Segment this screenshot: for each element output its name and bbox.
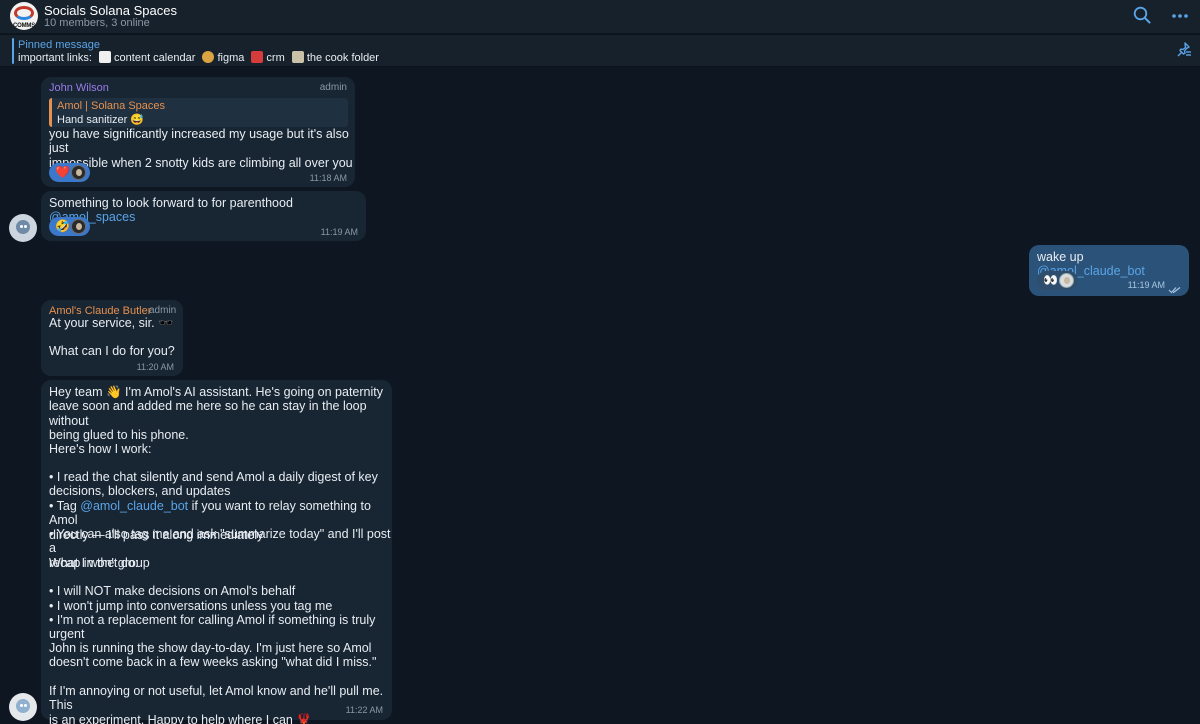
admin-badge: admin [149,305,177,316]
palette-emoji-icon [202,51,215,63]
how-i-work-heading: Here's how I work: [49,442,152,456]
pinned-indicator [12,38,14,64]
avatar-face [16,220,30,234]
avatar-face [16,699,30,713]
intro-paragraph: Hey team 👋 I'm Amol's AI assistant. He's… [49,385,383,442]
bullet-no-jump-in: • I won't jump into conversations unless… [49,599,333,613]
avatar-eye [20,225,23,228]
bullet-text: • Tag [49,499,81,513]
quote-text: Hand sanitizer 😅 [57,114,145,126]
sender-name[interactable]: John Wilson [49,82,109,94]
john-avatar[interactable] [9,214,37,242]
admin-badge: admin [319,82,347,93]
rofl-emoji-icon: 🤣 [55,219,70,233]
message-time: 11:18 AM [309,173,347,183]
more-icon[interactable] [1172,3,1188,24]
message-bubble-outgoing[interactable]: wake up @amol_claude_bot 👀 11:19 AM [1029,245,1189,296]
avatar-eye [20,704,23,707]
message-bubble-john[interactable]: John Wilson admin Amol | Solana Spaces H… [41,77,355,187]
calendar-emoji-icon [99,51,112,63]
avatar-eye [24,704,27,707]
bullet-daily-digest: • I read the chat silently and send Amol… [49,470,378,499]
message-bubble-butler[interactable]: Amol's Claude Butler admin At your servi… [41,300,183,376]
message-bubble-butler-intro[interactable]: Hey team 👋 I'm Amol's AI assistant. He's… [41,380,392,724]
quote-author: Amol | Solana Spaces [57,100,166,112]
message-time: 11:19 AM [320,227,358,237]
bullet-no-decisions: • I will NOT make decisions on Amol's be… [49,584,296,598]
pinned-title: Pinned message [18,39,100,51]
bullet-not-replacement: • I'm not a replacement for calling Amol… [49,613,376,642]
heart-emoji-icon: ❤️ [55,165,70,179]
reaction-heart[interactable]: ❤️ [49,163,90,182]
message-text-body: Something to look forward to for parenth… [49,196,297,210]
pinned-prefix: important links: [18,52,92,64]
pinned-link-cook-folder[interactable]: the cook folder [307,52,379,64]
wont-do-heading: What I won't do: [49,556,139,570]
pinned-link-content-calendar[interactable]: content calendar [114,52,195,64]
reactor-avatar [71,219,86,234]
avatar-eye [24,225,27,228]
mention-amol-claude-bot[interactable]: @amol_claude_bot [80,499,188,513]
reaction-eyes[interactable]: 👀 [1037,271,1078,290]
member-count: 10 members, 3 online [44,17,150,29]
reply-quote[interactable]: Amol | Solana Spaces Hand sanitizer 😅 [49,98,348,127]
chat-title[interactable]: Socials Solana Spaces [44,3,177,18]
message-text: you have significantly increased my usag… [49,127,353,170]
reactor-avatar [1059,273,1074,288]
phone-emoji-icon [251,51,264,63]
john-running-paragraph: John is running the show day-to-day. I'm… [49,641,377,670]
chat-header: COMMS Socials Solana Spaces 10 members, … [0,0,1200,33]
message-time: 11:20 AM [136,362,174,372]
message-time: 11:22 AM [345,705,383,715]
group-logo-ring [14,6,34,20]
reaction-rofl[interactable]: 🤣 [49,217,90,236]
pinned-link-figma[interactable]: figma [217,52,244,64]
reactor-avatar [71,165,86,180]
pinned-text: important links: content calendar figma … [18,51,379,64]
clipboard-emoji-icon [291,51,304,63]
read-double-check-icon [1168,281,1181,299]
butler-avatar[interactable] [9,693,37,721]
message-bubble-john-2[interactable]: Something to look forward to for parenth… [41,191,366,241]
message-line-2: What can I do for you? [49,344,175,358]
closing-paragraph: If I'm annoying or not useful, let Amol … [49,684,384,724]
group-avatar[interactable]: COMMS [10,2,38,30]
pinned-message-bar[interactable]: Pinned message important links: content … [0,34,1200,67]
search-icon[interactable] [1133,6,1151,29]
pinned-link-crm[interactable]: crm [266,52,284,64]
group-logo-text: COMMS [13,23,35,29]
eyes-emoji-icon: 👀 [1043,273,1058,287]
message-text: Something to look forward to for parenth… [49,196,366,225]
message-time: 11:19 AM [1127,280,1165,290]
message-line-1: At your service, sir. 🕶️ [49,316,174,330]
message-text-body: wake up [1037,250,1088,264]
pinned-list-icon[interactable] [1176,42,1192,63]
